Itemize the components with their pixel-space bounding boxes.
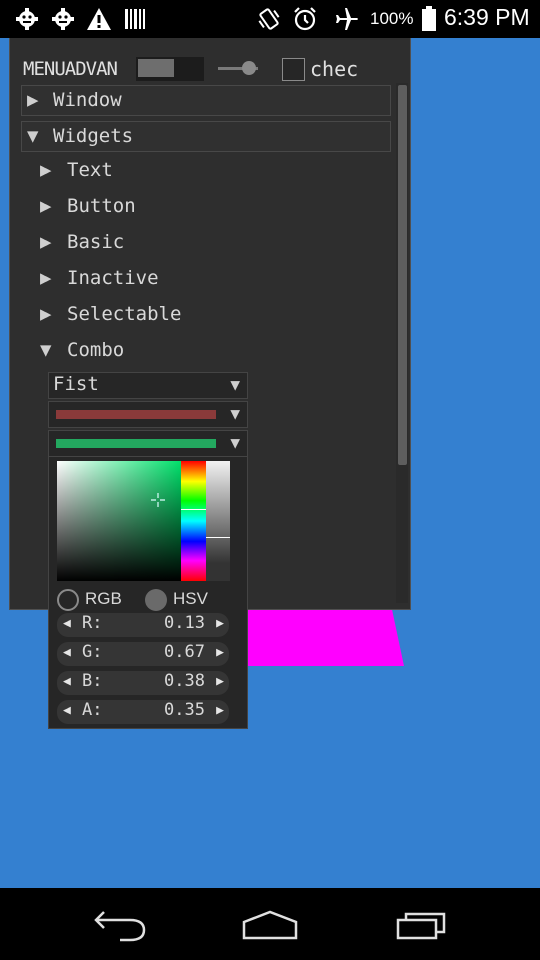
battery-icon xyxy=(416,6,442,31)
vibrate-icon xyxy=(256,7,282,31)
chevron-down-icon: ▼ xyxy=(230,433,240,452)
increment-icon[interactable]: ▶ xyxy=(216,703,224,718)
tree-node-label: Text xyxy=(67,159,113,181)
hue-marker xyxy=(181,509,206,510)
scrollbar-thumb[interactable] xyxy=(398,85,407,465)
tree-node-label: Selectable xyxy=(67,303,182,325)
decrement-icon[interactable]: ◀ xyxy=(63,674,71,689)
hue-bar[interactable] xyxy=(181,461,206,581)
header-widgets-label: Widgets xyxy=(53,125,134,147)
tree-node-label: Button xyxy=(67,195,136,217)
decrement-icon[interactable]: ◀ xyxy=(63,616,71,631)
menu-slider-field[interactable] xyxy=(136,57,204,81)
chevron-down-icon: ▼ xyxy=(230,375,240,394)
warning-icon xyxy=(86,7,112,31)
collapsed-arrow-icon: ▶ xyxy=(40,195,52,217)
channel-g-stepper[interactable]: ◀ G: 0.67 ▶ xyxy=(57,642,229,666)
home-icon[interactable] xyxy=(240,908,300,942)
slider-knob[interactable] xyxy=(242,61,256,75)
color-swatch xyxy=(56,439,216,448)
clock: 6:39 PM xyxy=(444,4,530,30)
android-debug-icon xyxy=(50,7,76,31)
color-combo-red[interactable]: ▼ xyxy=(48,401,248,428)
collapsed-arrow-icon: ▶ xyxy=(40,231,52,253)
tree-node-label: Inactive xyxy=(67,267,159,289)
combo-fist[interactable]: Fist ▼ xyxy=(48,372,248,399)
barcode-icon xyxy=(122,7,148,31)
menu-checkbox-label: chec xyxy=(310,57,359,81)
status-bar: 100% 6:39 PM xyxy=(0,0,540,38)
airplane-icon xyxy=(334,7,360,31)
color-combo-green[interactable]: ▼ xyxy=(48,430,248,457)
battery-percent: 100% xyxy=(370,9,414,28)
header-window[interactable]: ▶ Window xyxy=(21,85,391,116)
channel-name: R: xyxy=(82,613,103,633)
collapsed-arrow-icon: ▶ xyxy=(40,267,52,289)
alpha-bar[interactable] xyxy=(206,461,230,581)
channel-value[interactable]: 0.67 xyxy=(164,642,205,662)
channel-r-stepper[interactable]: ◀ R: 0.13 ▶ xyxy=(57,613,229,637)
decrement-icon[interactable]: ◀ xyxy=(63,703,71,718)
recents-icon[interactable] xyxy=(392,908,452,942)
navigation-bar xyxy=(0,888,540,960)
channel-name: G: xyxy=(82,642,103,662)
increment-icon[interactable]: ▶ xyxy=(216,645,224,660)
tree-node-label: Combo xyxy=(67,339,125,361)
channel-name: B: xyxy=(82,671,103,691)
alarm-icon xyxy=(292,7,318,31)
expanded-arrow-icon: ▼ xyxy=(27,125,39,147)
combo-value: Fist xyxy=(53,373,99,395)
radio-hsv[interactable] xyxy=(145,589,167,611)
decrement-icon[interactable]: ◀ xyxy=(63,645,71,660)
header-window-label: Window xyxy=(53,89,122,111)
menu-label[interactable]: MENUADVAN xyxy=(23,58,118,80)
color-picker-popup: RGB HSV ◀ R: 0.13 ▶ ◀ G: 0.67 ▶ ◀ B: 0.3… xyxy=(48,456,248,729)
tree-node-label: Basic xyxy=(67,231,125,253)
android-debug-icon xyxy=(14,7,40,31)
alpha-marker xyxy=(206,537,230,538)
crosshair-icon xyxy=(151,493,165,507)
back-icon[interactable] xyxy=(90,908,150,942)
color-swatch xyxy=(56,410,216,419)
chevron-down-icon: ▼ xyxy=(230,404,240,423)
collapsed-arrow-icon: ▶ xyxy=(40,303,52,325)
menu-checkbox[interactable] xyxy=(282,58,305,81)
channel-name: A: xyxy=(82,700,103,720)
channel-value[interactable]: 0.38 xyxy=(164,671,205,691)
radio-hsv-label: HSV xyxy=(173,589,208,608)
channel-value[interactable]: 0.13 xyxy=(164,613,205,633)
increment-icon[interactable]: ▶ xyxy=(216,674,224,689)
radio-rgb[interactable] xyxy=(57,589,79,611)
collapsed-arrow-icon: ▶ xyxy=(27,89,39,111)
channel-value[interactable]: 0.35 xyxy=(164,700,205,720)
menu-slider-fill xyxy=(138,59,174,77)
channel-a-stepper[interactable]: ◀ A: 0.35 ▶ xyxy=(57,700,229,724)
expanded-arrow-icon: ▼ xyxy=(40,339,52,361)
saturation-value-square[interactable] xyxy=(57,461,181,581)
channel-b-stepper[interactable]: ◀ B: 0.38 ▶ xyxy=(57,671,229,695)
radio-rgb-label: RGB xyxy=(85,589,122,608)
header-widgets[interactable]: ▼ Widgets xyxy=(21,121,391,152)
collapsed-arrow-icon: ▶ xyxy=(40,159,52,181)
increment-icon[interactable]: ▶ xyxy=(216,616,224,631)
